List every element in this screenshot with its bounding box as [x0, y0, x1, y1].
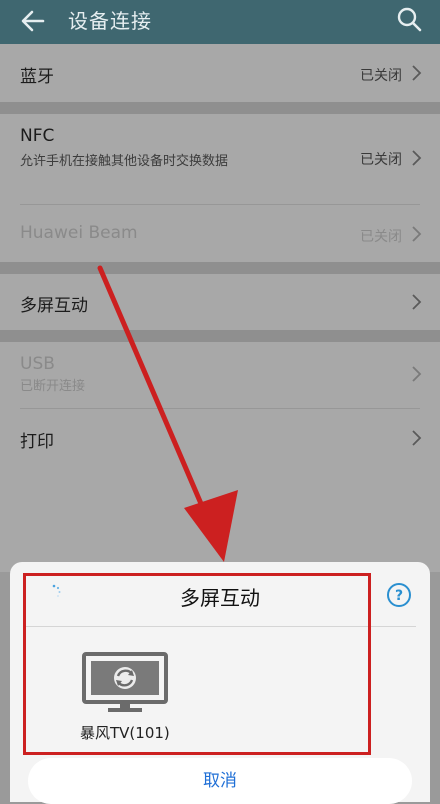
huawei-beam-state: 已关闭: [360, 229, 402, 245]
app-bar: 设备连接: [0, 0, 440, 44]
usb-status: 已断开连接: [20, 379, 86, 394]
settings-group-nfc: NFC 允许手机在接触其他设备时交换数据 已关闭 Huawei Beam 已关闭: [0, 114, 440, 262]
nfc-state: 已关闭: [360, 152, 402, 168]
back-arrow-icon[interactable]: [18, 6, 48, 36]
cancel-button[interactable]: 取消: [28, 758, 412, 804]
print-label: 打印: [20, 432, 54, 452]
print-row[interactable]: 打印: [0, 409, 440, 467]
chevron-right-icon: [412, 430, 422, 446]
nfc-description: 允许手机在接触其他设备时交换数据: [20, 154, 229, 169]
search-icon[interactable]: [396, 6, 422, 32]
settings-group-usb: USB 已断开连接 打印: [0, 342, 440, 572]
help-icon[interactable]: ?: [386, 582, 412, 608]
chevron-right-icon: [412, 294, 422, 310]
annotation-highlight-box: [23, 573, 371, 755]
svg-text:?: ?: [395, 588, 403, 604]
page-title: 设备连接: [68, 9, 152, 33]
multiscreen-label: 多屏互动: [20, 296, 88, 316]
usb-row[interactable]: USB 已断开连接: [0, 342, 440, 408]
chevron-right-icon: [412, 366, 422, 382]
bluetooth-label: 蓝牙: [20, 67, 54, 87]
nfc-row[interactable]: NFC 允许手机在接触其他设备时交换数据 已关闭: [0, 114, 440, 202]
chevron-right-icon: [412, 65, 422, 81]
section-gap: [0, 330, 440, 342]
usb-label: USB: [20, 354, 55, 374]
huawei-beam-label: Huawei Beam: [20, 223, 138, 243]
bluetooth-row[interactable]: 蓝牙 已关闭: [0, 44, 440, 102]
chevron-right-icon: [412, 226, 422, 242]
huawei-beam-row[interactable]: Huawei Beam 已关闭: [0, 205, 440, 262]
settings-group-bluetooth: 蓝牙 已关闭: [0, 44, 440, 102]
bluetooth-state: 已关闭: [360, 68, 402, 84]
settings-group-multiscreen: 多屏互动: [0, 274, 440, 330]
section-gap: [0, 102, 440, 114]
section-gap: [0, 262, 440, 274]
multiscreen-row[interactable]: 多屏互动: [0, 274, 440, 330]
nfc-label: NFC: [20, 126, 55, 146]
chevron-right-icon: [412, 150, 422, 166]
